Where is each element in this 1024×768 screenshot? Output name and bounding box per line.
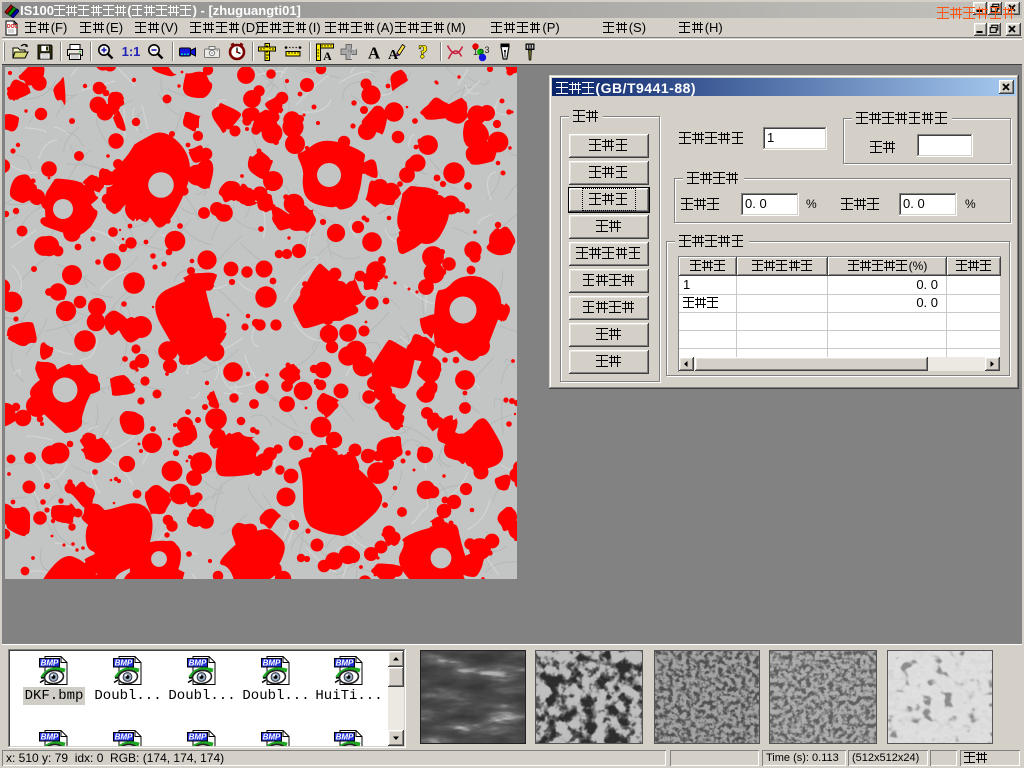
svg-text:?: ? — [418, 42, 428, 62]
svg-text:BMP: BMP — [189, 659, 207, 668]
svg-text:A: A — [368, 44, 381, 63]
svg-text:1:1: 1:1 — [122, 44, 141, 59]
svg-text:3: 3 — [485, 45, 490, 55]
svg-text:BMP: BMP — [41, 733, 59, 742]
svg-text:BMP: BMP — [115, 733, 133, 742]
svg-text:BMP: BMP — [189, 733, 207, 742]
svg-text:BMP: BMP — [263, 659, 281, 668]
svg-text:A: A — [323, 49, 332, 62]
svg-text:BMP: BMP — [41, 659, 59, 668]
svg-text:BMP: BMP — [336, 659, 354, 668]
svg-text:BMP: BMP — [336, 733, 354, 742]
svg-text:BMP: BMP — [115, 659, 133, 668]
svg-text:DOC: DOC — [7, 24, 19, 30]
svg-text:BMP: BMP — [263, 733, 281, 742]
